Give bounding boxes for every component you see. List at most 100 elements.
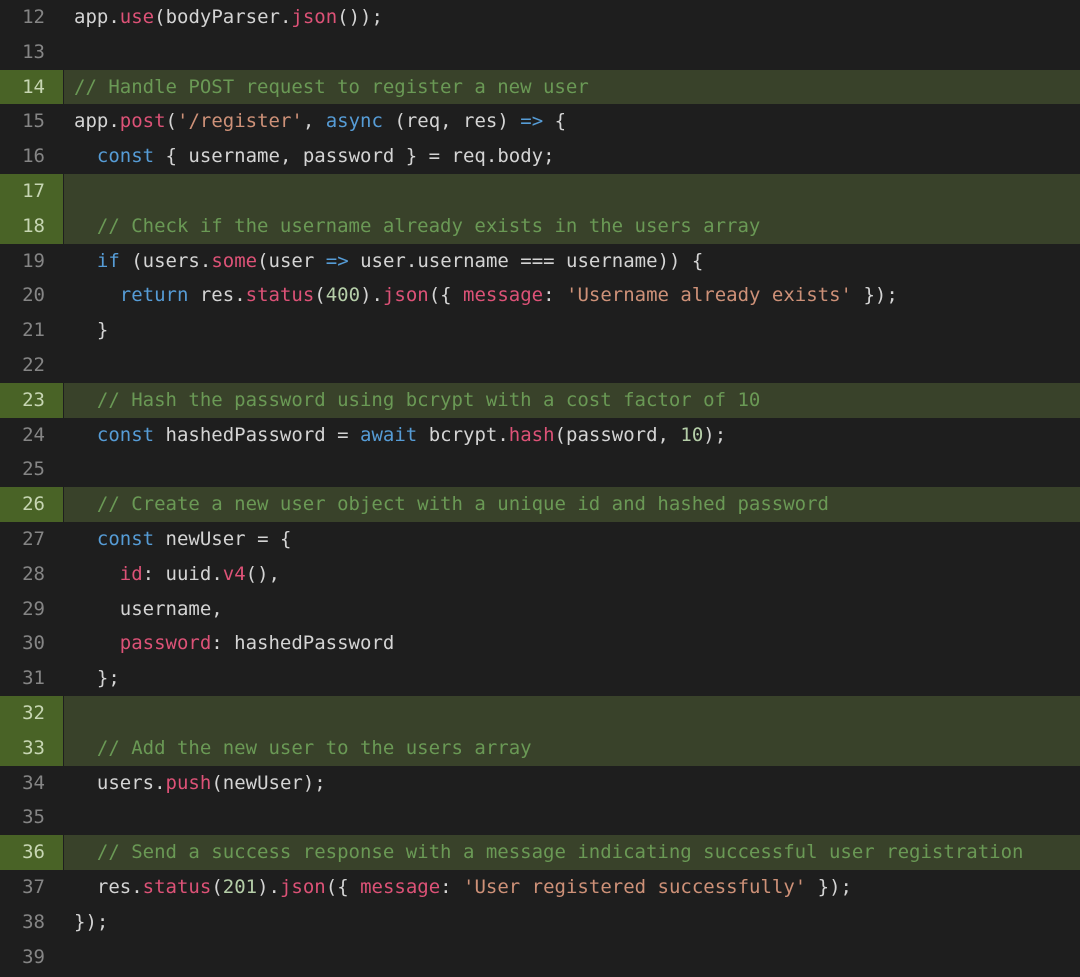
code-line[interactable]: const newUser = { — [64, 522, 1080, 557]
code-token: json — [383, 284, 429, 306]
code-line[interactable]: } — [64, 313, 1080, 348]
code-token: hashedPassword — [234, 632, 394, 654]
code-token: ( — [166, 110, 177, 132]
code-line[interactable]: const hashedPassword = await bcrypt.hash… — [64, 418, 1080, 453]
code-token: message — [360, 876, 440, 898]
line-number: 31 — [0, 661, 63, 696]
code-token: 'Username already exists' — [566, 284, 852, 306]
code-token: password — [303, 145, 395, 167]
code-token: push — [166, 772, 212, 794]
code-token: = { — [246, 528, 292, 550]
code-token: // Check if the username already exists … — [97, 215, 760, 237]
code-token: message — [463, 284, 543, 306]
code-token: : — [440, 876, 463, 898]
code-line[interactable]: }); — [64, 905, 1080, 940]
code-token: , — [211, 598, 222, 620]
line-number: 25 — [0, 452, 63, 487]
code-token: ({ — [429, 284, 463, 306]
code-token: . — [108, 110, 119, 132]
code-token: 400 — [326, 284, 360, 306]
code-token: users — [143, 250, 200, 272]
line-number: 30 — [0, 626, 63, 661]
code-token: newUser — [223, 772, 303, 794]
code-line[interactable]: const { username, password } = req.body; — [64, 139, 1080, 174]
code-line[interactable] — [64, 940, 1080, 975]
line-number: 23 — [0, 383, 63, 418]
code-token: const — [97, 145, 154, 167]
line-number: 24 — [0, 418, 63, 453]
code-token: } = — [394, 145, 451, 167]
code-token: . — [211, 563, 222, 585]
code-line[interactable]: app.use(bodyParser.json()); — [64, 0, 1080, 35]
code-token: user — [269, 250, 315, 272]
code-token: users — [97, 772, 154, 794]
code-line[interactable]: // Check if the username already exists … — [64, 209, 1080, 244]
code-line[interactable]: // Hash the password using bcrypt with a… — [64, 383, 1080, 418]
code-token: : — [543, 284, 566, 306]
code-token: 201 — [223, 876, 257, 898]
code-token: req — [452, 145, 486, 167]
code-line[interactable]: app.post('/register', async (req, res) =… — [64, 104, 1080, 139]
code-editor[interactable]: 1213141516171819202122232425262728293031… — [0, 0, 1080, 974]
code-line[interactable]: users.push(newUser); — [64, 766, 1080, 801]
code-line[interactable] — [64, 800, 1080, 835]
code-line[interactable] — [64, 35, 1080, 70]
indent — [74, 319, 97, 341]
code-token: username — [566, 250, 658, 272]
code-token: username — [120, 598, 212, 620]
indent — [74, 841, 97, 863]
line-number: 16 — [0, 139, 63, 174]
code-token: . — [234, 284, 245, 306]
code-token: bodyParser — [166, 6, 280, 28]
line-number: 14 — [0, 70, 63, 105]
line-number: 39 — [0, 940, 63, 975]
code-token: 10 — [680, 424, 703, 446]
indent — [74, 737, 97, 759]
code-line[interactable]: id: uuid.v4(), — [64, 557, 1080, 592]
indent — [74, 215, 97, 237]
code-token — [154, 528, 165, 550]
indent — [74, 424, 97, 446]
code-line[interactable]: username, — [64, 592, 1080, 627]
code-token: use — [120, 6, 154, 28]
code-token: }); — [74, 911, 108, 933]
code-token — [188, 284, 199, 306]
code-line[interactable]: // Create a new user object with a uniqu… — [64, 487, 1080, 522]
code-token — [349, 250, 360, 272]
code-token: , — [658, 424, 681, 446]
code-token: ({ — [326, 876, 360, 898]
code-token: { — [154, 145, 188, 167]
code-line[interactable] — [64, 696, 1080, 731]
code-area[interactable]: app.use(bodyParser.json()); // Handle POS… — [64, 0, 1080, 974]
code-token: return — [120, 284, 189, 306]
code-token: ). — [257, 876, 280, 898]
line-number: 38 — [0, 905, 63, 940]
code-token: // Add the new user to the users array — [97, 737, 532, 759]
code-line[interactable] — [64, 174, 1080, 209]
code-line[interactable] — [64, 348, 1080, 383]
code-token: ) — [497, 110, 520, 132]
code-line[interactable]: res.status(201).json({ message: 'User re… — [64, 870, 1080, 905]
line-number: 35 — [0, 800, 63, 835]
code-token: app — [74, 6, 108, 28]
code-token: , — [280, 145, 303, 167]
line-number: 22 — [0, 348, 63, 383]
code-line[interactable]: }; — [64, 661, 1080, 696]
code-token: res — [463, 110, 497, 132]
code-token: ( — [555, 424, 566, 446]
code-token: . — [131, 876, 142, 898]
code-line[interactable]: if (users.some(user => user.username ===… — [64, 244, 1080, 279]
code-line[interactable]: // Add the new user to the users array — [64, 731, 1080, 766]
code-token: ( — [314, 284, 325, 306]
code-line[interactable]: // Handle POST request to register a new… — [64, 70, 1080, 105]
code-token: status — [143, 876, 212, 898]
code-token: : — [143, 563, 166, 585]
code-line[interactable]: // Send a success response with a messag… — [64, 835, 1080, 870]
code-line[interactable] — [64, 452, 1080, 487]
code-line[interactable]: return res.status(400).json({ message: '… — [64, 278, 1080, 313]
code-line[interactable]: password: hashedPassword — [64, 626, 1080, 661]
code-token: , — [440, 110, 463, 132]
code-token: post — [120, 110, 166, 132]
line-number: 18 — [0, 209, 63, 244]
code-token: = — [326, 424, 360, 446]
